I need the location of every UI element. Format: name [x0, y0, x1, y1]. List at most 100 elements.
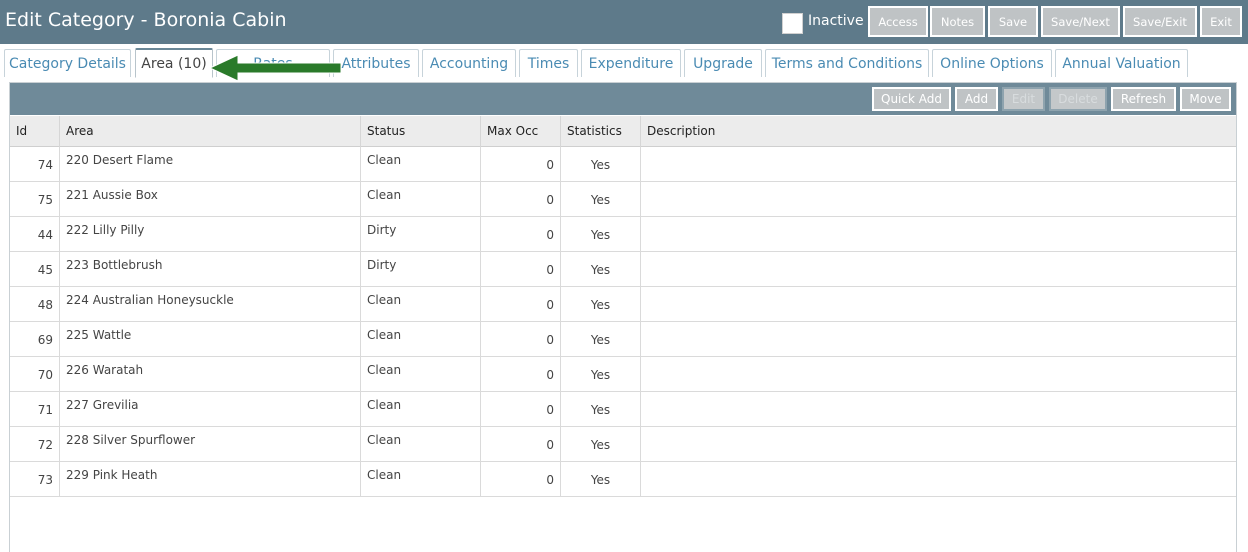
page-title: Edit Category - Boronia Cabin [5, 9, 287, 31]
table-row[interactable]: 74 220 Desert Flame Clean 0 Yes [10, 147, 1236, 182]
tab-annual-valuation[interactable]: Annual Valuation [1055, 49, 1188, 77]
cell-id: 74 [10, 147, 60, 182]
cell-max-occ: 0 [481, 427, 561, 462]
table-row[interactable]: 45 223 Bottlebrush Dirty 0 Yes [10, 252, 1236, 287]
cell-id: 45 [10, 252, 60, 287]
cell-statistics: Yes [561, 462, 641, 497]
column-header-max-occ[interactable]: Max Occ [481, 116, 561, 147]
cell-description [641, 252, 1236, 287]
cell-max-occ: 0 [481, 392, 561, 427]
cell-max-occ: 0 [481, 147, 561, 182]
cell-status: Clean [361, 392, 481, 427]
grid-toolbar: Quick Add Add Edit Delete Refresh Move [10, 83, 1236, 115]
cell-statistics: Yes [561, 357, 641, 392]
tab-expenditure[interactable]: Expenditure [581, 49, 681, 77]
refresh-button[interactable]: Refresh [1111, 87, 1176, 111]
save-button[interactable]: Save [988, 6, 1038, 37]
green-arrow-icon [208, 54, 342, 82]
column-header-id[interactable]: Id [10, 116, 60, 147]
quick-add-button[interactable]: Quick Add [872, 87, 951, 111]
cell-status: Dirty [361, 217, 481, 252]
cell-area: 224 Australian Honeysuckle [60, 287, 361, 322]
cell-area: 226 Waratah [60, 357, 361, 392]
add-button[interactable]: Add [955, 87, 998, 111]
cell-description [641, 182, 1236, 217]
save-next-button[interactable]: Save/Next [1041, 6, 1120, 37]
cell-max-occ: 0 [481, 252, 561, 287]
cell-max-occ: 0 [481, 462, 561, 497]
tab-category-details[interactable]: Category Details [4, 49, 131, 77]
cell-max-occ: 0 [481, 287, 561, 322]
cell-description [641, 357, 1236, 392]
cell-status: Dirty [361, 252, 481, 287]
cell-status: Clean [361, 182, 481, 217]
table-row[interactable]: 69 225 Wattle Clean 0 Yes [10, 322, 1236, 357]
cell-id: 71 [10, 392, 60, 427]
cell-id: 69 [10, 322, 60, 357]
title-bar: Edit Category - Boronia Cabin Inactive A… [0, 0, 1248, 44]
cell-area: 220 Desert Flame [60, 147, 361, 182]
grid-header: Id Area Status Max Occ Statistics Descri… [10, 116, 1236, 147]
notes-button[interactable]: Notes [930, 6, 985, 37]
cell-description [641, 427, 1236, 462]
tab-upgrade[interactable]: Upgrade [684, 49, 762, 77]
column-header-statistics[interactable]: Statistics [561, 116, 641, 147]
cell-statistics: Yes [561, 182, 641, 217]
cell-area: 229 Pink Heath [60, 462, 361, 497]
cell-statistics: Yes [561, 392, 641, 427]
cell-id: 44 [10, 217, 60, 252]
column-header-status[interactable]: Status [361, 116, 481, 147]
area-grid-panel: Quick Add Add Edit Delete Refresh Move I… [9, 82, 1237, 552]
table-row[interactable]: 72 228 Silver Spurflower Clean 0 Yes [10, 427, 1236, 462]
cell-status: Clean [361, 147, 481, 182]
table-row[interactable]: 71 227 Grevilia Clean 0 Yes [10, 392, 1236, 427]
access-button[interactable]: Access [868, 6, 928, 37]
inactive-checkbox[interactable] [782, 13, 803, 34]
tab-online-options[interactable]: Online Options [932, 49, 1052, 77]
tab-attributes[interactable]: Attributes [333, 49, 419, 77]
table-row[interactable]: 73 229 Pink Heath Clean 0 Yes [10, 462, 1236, 497]
cell-status: Clean [361, 427, 481, 462]
table-row[interactable]: 44 222 Lilly Pilly Dirty 0 Yes [10, 217, 1236, 252]
table-row[interactable]: 48 224 Australian Honeysuckle Clean 0 Yes [10, 287, 1236, 322]
cell-statistics: Yes [561, 147, 641, 182]
cell-status: Clean [361, 322, 481, 357]
cell-id: 48 [10, 287, 60, 322]
cell-max-occ: 0 [481, 182, 561, 217]
cell-max-occ: 0 [481, 217, 561, 252]
cell-id: 75 [10, 182, 60, 217]
cell-id: 70 [10, 357, 60, 392]
tab-terms-and-conditions[interactable]: Terms and Conditions [765, 49, 929, 77]
cell-area: 227 Grevilia [60, 392, 361, 427]
tab-accounting[interactable]: Accounting [422, 49, 516, 77]
table-row[interactable]: 70 226 Waratah Clean 0 Yes [10, 357, 1236, 392]
move-button[interactable]: Move [1180, 87, 1231, 111]
column-header-description[interactable]: Description [641, 116, 1236, 147]
save-exit-button[interactable]: Save/Exit [1123, 6, 1197, 37]
cell-area: 225 Wattle [60, 322, 361, 357]
cell-area: 221 Aussie Box [60, 182, 361, 217]
cell-description [641, 287, 1236, 322]
table-row[interactable]: 75 221 Aussie Box Clean 0 Yes [10, 182, 1236, 217]
cell-statistics: Yes [561, 252, 641, 287]
grid-body: 74 220 Desert Flame Clean 0 Yes 75 221 Aussie … [10, 147, 1236, 497]
cell-id: 72 [10, 427, 60, 462]
cell-description [641, 147, 1236, 182]
cell-statistics: Yes [561, 427, 641, 462]
cell-statistics: Yes [561, 287, 641, 322]
cell-max-occ: 0 [481, 357, 561, 392]
column-header-area[interactable]: Area [60, 116, 361, 147]
tab-area[interactable]: Area (10) [135, 48, 213, 78]
cell-statistics: Yes [561, 322, 641, 357]
cell-status: Clean [361, 357, 481, 392]
cell-max-occ: 0 [481, 322, 561, 357]
cell-description [641, 462, 1236, 497]
cell-area: 222 Lilly Pilly [60, 217, 361, 252]
cell-status: Clean [361, 462, 481, 497]
exit-button[interactable]: Exit [1200, 6, 1242, 37]
delete-button[interactable]: Delete [1049, 87, 1107, 111]
edit-button[interactable]: Edit [1002, 87, 1045, 111]
cell-statistics: Yes [561, 217, 641, 252]
cell-id: 73 [10, 462, 60, 497]
tab-times[interactable]: Times [519, 49, 578, 77]
